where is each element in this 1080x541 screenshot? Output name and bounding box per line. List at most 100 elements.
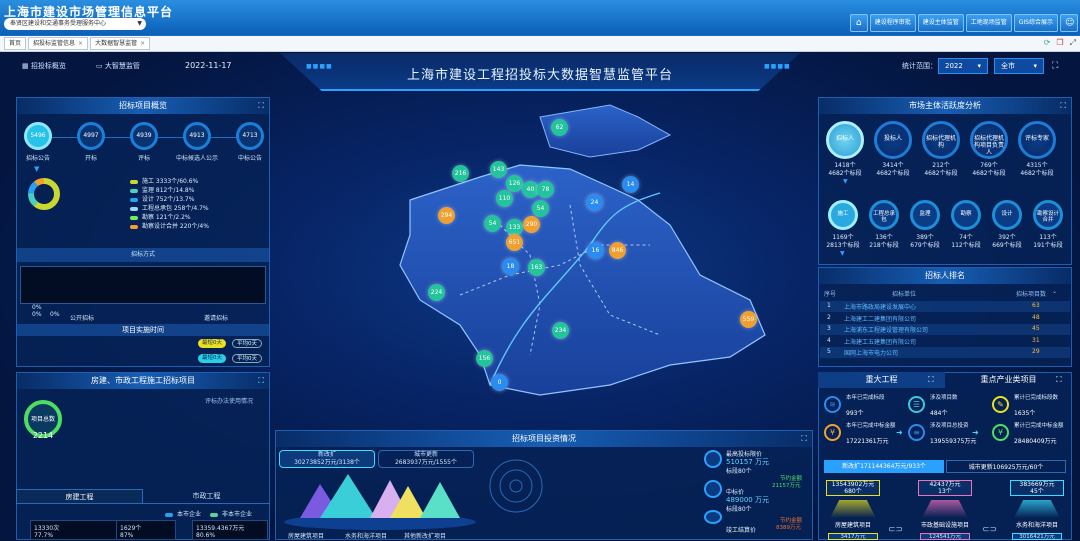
map-bubble[interactable]: 14 <box>622 176 639 193</box>
tab-major[interactable]: 重大工程 <box>818 372 945 388</box>
market-ring[interactable]: 监理 <box>910 200 940 230</box>
map-bubble[interactable]: 110 <box>496 190 513 207</box>
nav-subject[interactable]: 建设主体监管 <box>917 14 964 32</box>
map-bubble[interactable]: 234 <box>552 322 569 339</box>
map-bubble[interactable]: 290 <box>523 216 540 233</box>
market-ring[interactable]: 勘察 <box>951 200 981 230</box>
subtab-renewal[interactable]: 城市更新106925万元/60个 <box>946 460 1066 473</box>
market-ring[interactable]: 勘察设计合并 <box>1033 200 1063 230</box>
map-bubble[interactable]: 54 <box>484 215 501 232</box>
tab-building[interactable]: 房建工程 <box>16 489 143 504</box>
map-bubble[interactable]: 24 <box>586 194 603 211</box>
map-bubble[interactable]: 846 <box>609 242 626 259</box>
tab-renewal[interactable]: 城市更新 2683937万元/1555个 <box>378 450 474 468</box>
market-ring[interactable]: 招标代理机构 <box>922 121 960 159</box>
tab-bid-info[interactable]: 招投标监管信息 × <box>28 37 89 50</box>
market-count: 769个 <box>980 162 998 169</box>
expand-icon[interactable]: ⛶ <box>1056 375 1062 385</box>
rank-unit[interactable]: 上海建工五建集团有限公司 <box>844 337 916 346</box>
map-bubble[interactable]: 651 <box>506 234 523 251</box>
method-tick: 0% <box>32 311 42 318</box>
expand-icon[interactable]: ⛶ <box>258 376 264 386</box>
stage-circle[interactable]: 4939 <box>130 122 158 150</box>
tab-municipal[interactable]: 市政工程 <box>143 489 270 504</box>
rank-unit[interactable]: 国网上海市电力公司 <box>844 348 898 357</box>
map-bubble[interactable]: 78 <box>537 181 554 198</box>
avg-duration-pill: 平均0天 <box>232 339 262 348</box>
expand-icon[interactable]: ⛶ <box>928 375 934 385</box>
map-bubble[interactable]: 143 <box>490 161 507 178</box>
stat-card: 13330次 77.7% <box>30 520 120 540</box>
fullscreen-icon[interactable]: ⛶ <box>1052 61 1058 71</box>
rank-unit[interactable]: 上海建工二建集团有限公司 <box>844 314 916 323</box>
major-stat-title: 累计已完成中标金额 <box>1014 423 1064 429</box>
stage-circle[interactable]: 4997 <box>77 122 105 150</box>
rank-unit[interactable]: 上海市路政局建设发展中心 <box>844 302 916 311</box>
rank-header: 招标项目数 <box>1016 291 1047 298</box>
subtab-new[interactable]: 新改扩171144364万元/933个 <box>824 460 944 473</box>
legend-text: 本市企业 <box>177 511 202 518</box>
home-icon[interactable]: ⌂ <box>849 14 868 32</box>
legend-swatch <box>130 179 138 184</box>
eval-subtitle: 评标办法使用情况 <box>205 398 254 405</box>
org-select[interactable]: 奉贤区建设和交通事务受理服务中心 ▼ <box>4 18 146 30</box>
bookmark-icon[interactable]: ❐ <box>1056 38 1063 48</box>
legend-swatch <box>130 206 138 211</box>
map-bubble[interactable]: 62 <box>551 119 568 136</box>
map-bubble[interactable]: 0 <box>491 374 508 391</box>
market-ring[interactable]: 施工 <box>828 200 858 230</box>
stage-label: 开标 <box>84 155 97 162</box>
year-value: 2022 <box>945 62 963 70</box>
user-icon[interactable]: ☺ <box>1060 14 1078 32</box>
close-icon[interactable]: × <box>140 40 145 47</box>
scope-select[interactable]: 全市 ▾ <box>994 58 1044 74</box>
major-stat-value: 1635个 <box>1014 410 1036 417</box>
map-bubble[interactable]: 126 <box>506 175 523 192</box>
year-select[interactable]: 2022 ▾ <box>938 58 988 74</box>
map-bubble[interactable]: 294 <box>438 207 455 224</box>
legend-text: 非本市企业 <box>222 511 253 518</box>
map-bubble[interactable]: 224 <box>428 284 445 301</box>
tab-new-build[interactable]: 新改扩 30273852万元/3138个 <box>279 450 375 468</box>
map-bubble[interactable]: 16 <box>587 242 604 259</box>
map-bubble[interactable]: 156 <box>476 350 493 367</box>
expand-icon[interactable]: ⛶ <box>801 434 807 444</box>
nav-approval[interactable]: 建设程序审批 <box>869 14 916 32</box>
expand-icon[interactable]: ⛶ <box>258 101 264 111</box>
map-bubble[interactable]: 163 <box>528 259 545 276</box>
tab-home[interactable]: 首页 <box>4 37 27 50</box>
refresh-icon[interactable]: ⟳ <box>1044 38 1051 48</box>
stage-circle[interactable]: 5496 <box>24 122 52 150</box>
close-icon[interactable]: × <box>78 40 83 47</box>
tab-bigdata[interactable]: 大数据智慧监管 × <box>90 37 151 50</box>
duration-title: 项目实施时间 <box>16 324 270 336</box>
rank-unit[interactable]: 上海浦东工程建设管理有限公司 <box>844 325 928 334</box>
stat-sub: 标段80个 <box>726 506 752 513</box>
card-sub: 80.6% <box>196 532 216 539</box>
radar-ring <box>509 479 523 493</box>
market-count: 136个 <box>875 234 893 241</box>
map-bubble[interactable]: 559 <box>740 311 757 328</box>
expand-icon[interactable]: ⛶ <box>1060 101 1066 111</box>
market-ring[interactable]: 投标人 <box>874 121 912 159</box>
map-bubble[interactable]: 18 <box>502 258 519 275</box>
saving-value: 21157万元 <box>772 483 801 489</box>
tab-industry[interactable]: 重点产业类项目 <box>945 372 1072 388</box>
chevron-down-icon[interactable]: ⌄ <box>1052 288 1057 295</box>
card-bottom: 3016421万元 <box>1012 533 1062 540</box>
chevron-down-icon: ▾ <box>977 62 981 70</box>
stage-circle[interactable]: 4913 <box>183 122 211 150</box>
map-bubble[interactable]: 216 <box>452 165 469 182</box>
market-sections: 679个标段 <box>910 242 940 249</box>
market-ring[interactable]: 评标专家 <box>1018 121 1056 159</box>
market-ring[interactable]: 招标人 <box>826 121 864 159</box>
saving-label: 节约金额 <box>780 518 803 524</box>
market-ring[interactable]: 工程总承包 <box>869 200 899 230</box>
nav-site[interactable]: 工地现场监管 <box>965 14 1012 32</box>
market-ring[interactable]: 招标代理机构项目负责人 <box>970 121 1008 159</box>
market-ring[interactable]: 设计 <box>992 200 1022 230</box>
market-sections: 218个标段 <box>869 242 899 249</box>
nav-gis[interactable]: GIS综合展示 <box>1013 14 1058 32</box>
map-bubble[interactable]: 54 <box>532 200 549 217</box>
fullscreen-icon[interactable]: ⤢ <box>1070 38 1076 48</box>
